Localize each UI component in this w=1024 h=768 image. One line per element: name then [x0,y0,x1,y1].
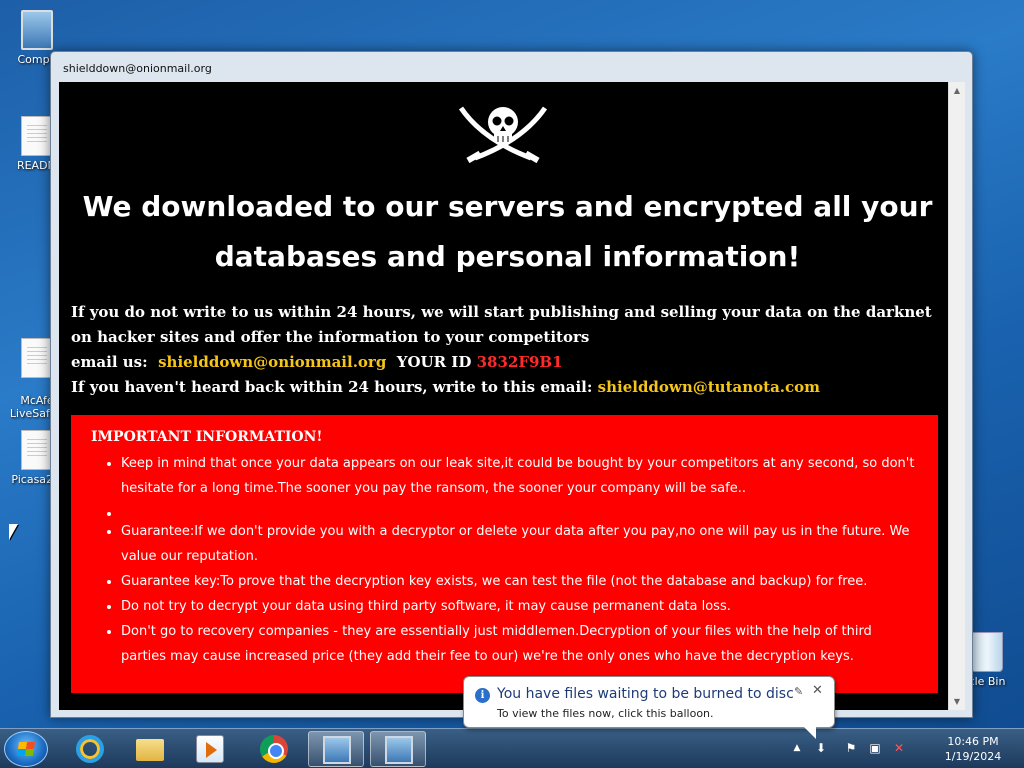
close-icon[interactable]: ✕ [812,683,823,698]
wrench-icon[interactable]: ✎ [794,685,803,698]
window-title: shielddown@onionmail.org [63,62,212,75]
internet-explorer-icon [76,735,104,763]
intro-text: If you do not write to us within 24 hour… [71,303,932,346]
taskbar-app-1[interactable] [308,731,364,767]
taskbar-chrome[interactable] [246,731,302,767]
list-item: Don't go to recovery companies - they ar… [121,619,918,669]
headline-line-1: We downloaded to our servers and encrypt… [82,190,933,223]
burn-disc-icon[interactable]: ⬇ [814,741,828,755]
folder-icon [136,739,164,761]
clock-date: 1/19/2024 [944,750,1002,763]
scroll-down-icon[interactable]: ▼ [949,693,965,710]
app-icon [323,736,351,764]
media-player-icon [196,735,224,763]
headline: We downloaded to our servers and encrypt… [59,182,956,282]
app-icon [385,736,413,764]
balloon-text: To view the files now, click this balloo… [497,707,714,720]
chrome-icon [260,735,288,763]
recycle-bin-icon [971,632,1003,672]
vertical-scrollbar[interactable]: ▲ ▼ [948,82,965,710]
taskbar-app-2[interactable] [370,731,426,767]
clock-time: 10:46 PM [947,735,999,748]
document-icon [21,338,53,378]
id-label: YOUR ID [396,353,472,371]
start-button[interactable] [4,731,48,767]
computer-icon [21,10,53,50]
skull-crossbones-icon [458,106,548,164]
email-label: email us: [71,353,148,371]
email-fallback[interactable]: shielddown@tutanota.com [598,378,820,396]
list-item: Guarantee key:To prove that the decrypti… [121,569,918,594]
list-item: Keep in mind that once your data appears… [121,451,918,501]
network-icon[interactable]: ▣ [868,741,882,755]
scroll-up-icon[interactable]: ▲ [949,82,965,99]
important-heading: IMPORTANT INFORMATION! [91,429,323,445]
document-icon [21,430,53,470]
ransom-note-window[interactable]: shielddown@onionmail.org We downloaded t… [50,51,973,718]
system-clock[interactable]: 10:46 PM 1/19/2024 [933,734,1013,764]
important-list: Keep in mind that once your data appears… [121,451,918,669]
list-item: Do not try to decrypt your data using th… [121,594,918,619]
document-icon [21,116,53,156]
important-info-box: IMPORTANT INFORMATION! Keep in mind that… [71,415,938,693]
info-icon: i [475,688,490,703]
ransom-note-content: We downloaded to our servers and encrypt… [59,82,956,710]
headline-line-2: databases and personal information! [214,240,801,273]
taskbar: ▲ ⬇ ⚑ ▣ ✕ 10:46 PM 1/19/2024 [0,728,1024,768]
fallback-line: If you haven't heard back within 24 hour… [71,375,941,400]
email-line: email us: shielddown@onionmail.org YOUR … [71,350,941,375]
list-item: Guarantee:If we don't provide you with a… [121,519,918,569]
volume-muted-icon[interactable]: ✕ [892,741,906,755]
fallback-text: If you haven't heard back within 24 hour… [71,378,593,396]
email-primary[interactable]: shielddown@onionmail.org [158,353,386,371]
taskbar-explorer[interactable] [122,731,178,767]
taskbar-media-player[interactable] [182,731,238,767]
balloon-title: You have files waiting to be burned to d… [497,686,794,702]
list-item [121,501,918,519]
taskbar-internet-explorer[interactable] [62,731,118,767]
action-center-flag-icon[interactable]: ⚑ [844,741,858,755]
intro-block: If you do not write to us within 24 hour… [71,300,941,400]
mouse-cursor-icon [9,524,18,540]
desktop-icon-label: cle Bin [968,675,1006,688]
burn-files-balloon[interactable]: i You have files waiting to be burned to… [463,676,835,739]
victim-id: 3832F9B1 [476,353,563,371]
show-hidden-icons-icon[interactable]: ▲ [790,741,804,755]
